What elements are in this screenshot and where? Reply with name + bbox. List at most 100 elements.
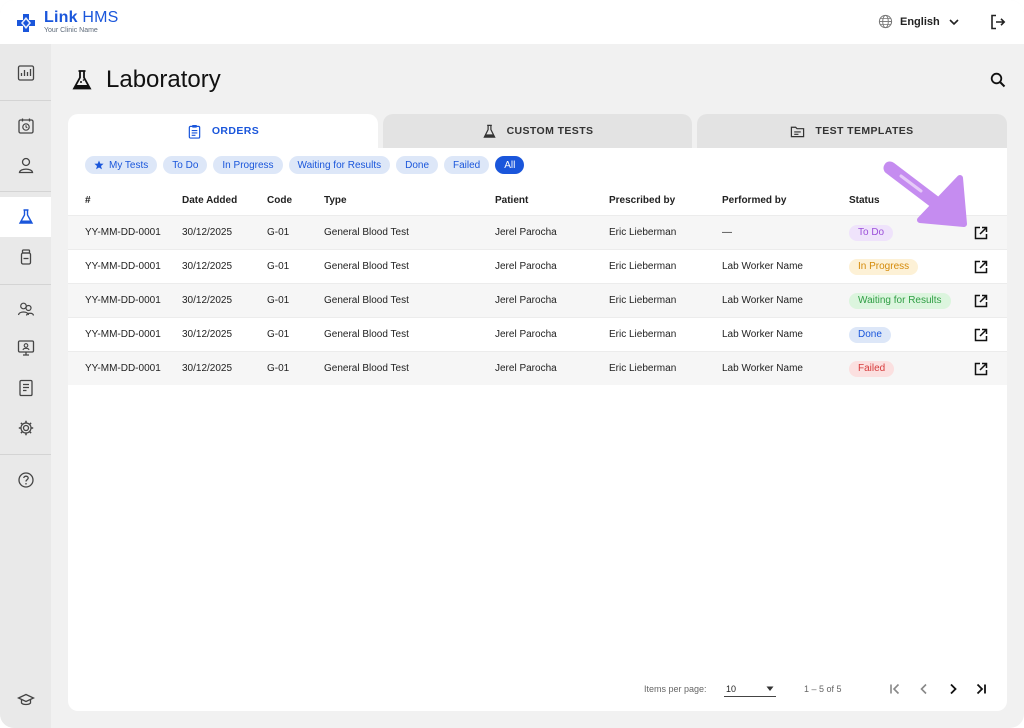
cell-date-added: 30/12/2025: [182, 261, 233, 272]
table-row[interactable]: YY-MM-DD-0001 30/12/2025 G-01 General Blood…: [68, 317, 1007, 351]
filter-chip-failed[interactable]: Failed: [444, 156, 490, 174]
filter-chip-done[interactable]: Done: [396, 156, 438, 174]
cell-date-added: 30/12/2025: [182, 295, 233, 306]
clipboard-icon: [188, 124, 201, 139]
open-in-new-icon: [974, 362, 988, 375]
page-header: Laboratory: [70, 66, 221, 94]
sidebar-item-staff[interactable]: [0, 289, 51, 329]
filter-chip-to-do[interactable]: To Do: [163, 156, 208, 174]
previous-page-button[interactable]: [915, 680, 933, 698]
cell-prescribed-by: Eric Lieberman: [609, 329, 677, 340]
column-header-performed-by[interactable]: Performed by: [722, 186, 786, 214]
filter-chip-all[interactable]: All: [495, 156, 525, 174]
sidebar-divider: [0, 284, 51, 285]
open-order-button[interactable]: [973, 216, 989, 249]
column-header-code[interactable]: Code: [267, 186, 292, 214]
cell-prescribed-by: Eric Lieberman: [609, 261, 677, 272]
brand-logo[interactable]: Link HMS Your Clinic Name: [16, 10, 119, 34]
table-header: # Date Added Code Type Patient Prescribe…: [68, 186, 1007, 214]
open-in-new-icon: [974, 226, 988, 239]
cross-logo-icon: [16, 13, 36, 33]
sidebar-item-laboratory[interactable]: [0, 197, 51, 237]
cell-type: General Blood Test: [324, 329, 409, 340]
open-order-button[interactable]: [973, 352, 989, 385]
status-filter-chips: My Tests To Do In Progress Waiting for R…: [85, 156, 525, 174]
open-order-button[interactable]: [973, 318, 989, 351]
filter-chip-my-tests[interactable]: My Tests: [85, 156, 158, 174]
page-title: Laboratory: [106, 66, 221, 93]
sidebar-item-appointments[interactable]: [0, 106, 51, 146]
brand-name: Link HMS: [44, 9, 119, 26]
user-icon: [18, 157, 33, 174]
open-order-button[interactable]: [973, 250, 989, 283]
last-page-button[interactable]: [972, 680, 990, 698]
flask-icon: [482, 124, 496, 138]
table-row[interactable]: YY-MM-DD-0001 30/12/2025 G-01 General Blood…: [68, 283, 1007, 317]
open-order-button[interactable]: [973, 284, 989, 317]
cell-prescribed-by: Eric Lieberman: [609, 363, 677, 374]
language-selector[interactable]: English: [878, 14, 961, 29]
sidebar-item-academy[interactable]: [0, 680, 51, 720]
cell-code: G-01: [267, 295, 290, 306]
globe-icon: [878, 14, 893, 29]
chevron-right-icon: [950, 683, 957, 695]
cell-performed-by: Lab Worker Name: [722, 261, 803, 272]
column-header-prescribed-by[interactable]: Prescribed by: [609, 186, 675, 214]
next-page-button[interactable]: [944, 680, 962, 698]
sidebar-item-help[interactable]: [0, 460, 51, 500]
sidebar-item-monitor[interactable]: [0, 328, 51, 368]
filter-chip-waiting-for-results[interactable]: Waiting for Results: [288, 156, 391, 174]
graduation-cap-icon: [16, 693, 35, 706]
tab-test-templates[interactable]: TEST TEMPLATES: [697, 114, 1007, 148]
star-icon: [94, 160, 104, 170]
first-page-button[interactable]: [886, 680, 904, 698]
open-in-new-icon: [974, 328, 988, 341]
column-header-status[interactable]: Status: [849, 186, 880, 214]
items-per-page-select[interactable]: 10: [724, 681, 776, 697]
cell-date-added: 30/12/2025: [182, 329, 233, 340]
column-header-patient[interactable]: Patient: [495, 186, 528, 214]
sidebar-item-dashboard[interactable]: [0, 53, 51, 93]
cell-performed-by: Lab Worker Name: [722, 295, 803, 306]
search-button[interactable]: [989, 71, 1007, 89]
logout-button[interactable]: [989, 13, 1007, 31]
pagination: Items per page: 10 1 – 5 of 5: [68, 678, 1007, 700]
tab-custom-tests[interactable]: CUSTOM TESTS: [383, 114, 692, 148]
caret-down-icon: [766, 686, 774, 691]
sidebar-item-patients[interactable]: [0, 145, 51, 185]
cell-prescribed-by: Eric Lieberman: [609, 227, 677, 238]
gear-icon: [18, 420, 33, 436]
cell-id: YY-MM-DD-0001: [85, 295, 161, 306]
dashboard-icon: [17, 65, 34, 81]
column-header-date-added[interactable]: Date Added: [182, 186, 237, 214]
cell-performed-by: —: [722, 227, 732, 238]
sidebar-divider: [0, 454, 51, 455]
cell-code: G-01: [267, 261, 290, 272]
cell-patient: Jerel Parocha: [495, 329, 557, 340]
cell-code: G-01: [267, 227, 290, 238]
cell-id: YY-MM-DD-0001: [85, 261, 161, 272]
cell-status: Failed: [849, 352, 895, 385]
cell-performed-by: Lab Worker Name: [722, 363, 803, 374]
column-header-type[interactable]: Type: [324, 186, 347, 214]
clinic-name: Your Clinic Name: [44, 27, 98, 34]
tab-label: ORDERS: [211, 125, 260, 137]
tab-orders[interactable]: ORDERS: [68, 114, 378, 148]
annotation-arrow-icon: [883, 161, 967, 227]
cell-type: General Blood Test: [324, 363, 409, 374]
sidebar-item-pharmacy[interactable]: [0, 237, 51, 277]
table-row[interactable]: YY-MM-DD-0001 30/12/2025 G-01 General Blood…: [68, 249, 1007, 283]
cell-id: YY-MM-DD-0001: [85, 227, 161, 238]
table-row[interactable]: YY-MM-DD-0001 30/12/2025 G-01 General Blood…: [68, 215, 1007, 249]
cell-patient: Jerel Parocha: [495, 261, 557, 272]
cell-type: General Blood Test: [324, 227, 409, 238]
sidebar-item-settings[interactable]: [0, 408, 51, 448]
filter-chip-in-progress[interactable]: In Progress: [213, 156, 283, 174]
cell-type: General Blood Test: [324, 261, 409, 272]
app-window: Link HMS Your Clinic Name English Labora…: [0, 0, 1024, 728]
column-header-id[interactable]: #: [85, 186, 91, 214]
sidebar: [0, 44, 51, 728]
table-row[interactable]: YY-MM-DD-0001 30/12/2025 G-01 General Blood…: [68, 351, 1007, 385]
cell-code: G-01: [267, 329, 290, 340]
sidebar-item-reports[interactable]: [0, 368, 51, 408]
